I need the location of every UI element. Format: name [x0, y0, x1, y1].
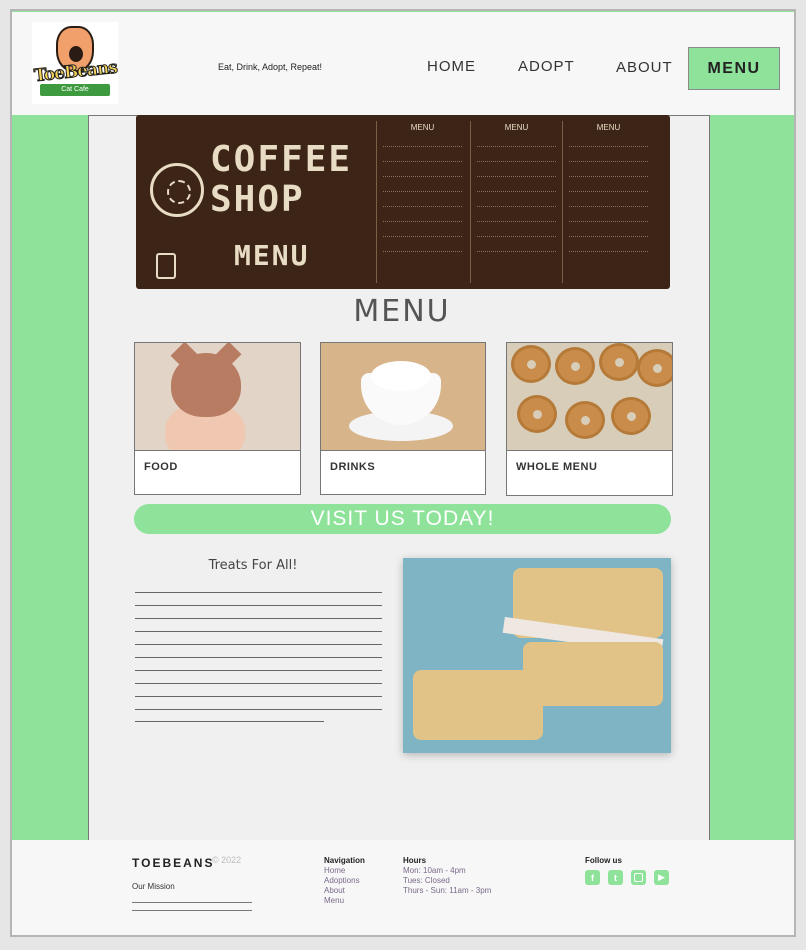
placeholder-text-line: [135, 696, 382, 697]
footer-mission-link[interactable]: Our Mission: [132, 882, 175, 891]
nav-adopt[interactable]: ADOPT: [518, 58, 575, 75]
placeholder-text-line: [135, 605, 382, 606]
placeholder-text-line: [135, 592, 382, 593]
hours-line: Tues: Closed: [403, 876, 450, 885]
tagline: Eat, Drink, Adopt, Repeat!: [218, 62, 323, 72]
bagels-image: [507, 343, 672, 451]
footer-divider: [132, 902, 252, 903]
banner-column-head: MENU: [410, 123, 435, 132]
whole-menu-card-label: WHOLE MENU: [516, 461, 598, 473]
banner-column-head: MENU: [596, 123, 621, 132]
banner-line-2: SHOP: [210, 179, 305, 220]
placeholder-text-line: [135, 670, 382, 671]
banner-column-head: MENU: [504, 123, 529, 132]
footer-copyright: © 2022: [212, 855, 242, 865]
cat-latte-image: [321, 343, 485, 451]
food-card-label: FOOD: [144, 461, 178, 473]
drinks-card[interactable]: DRINKS: [320, 342, 486, 495]
placeholder-text-line: [135, 709, 382, 710]
twitter-icon[interactable]: t: [608, 870, 623, 885]
treats-heading: Treats For All!: [208, 558, 298, 573]
youtube-icon[interactable]: ▶: [654, 870, 669, 885]
coffee-shop-banner: COFFEE SHOP MENU MENU MENU MENU: [136, 115, 670, 289]
placeholder-text-line: [135, 618, 382, 619]
page-title: MENU: [353, 294, 451, 329]
whole-menu-card[interactable]: WHOLE MENU: [506, 342, 673, 496]
logo-text: ToeBeans: [33, 57, 119, 87]
logo[interactable]: ToeBeans Cat Cafe: [32, 22, 118, 104]
placeholder-text-line: [135, 631, 382, 632]
footer-nav-about[interactable]: About: [324, 886, 365, 896]
nav-about[interactable]: ABOUT: [616, 59, 673, 76]
hours-line: Mon: 10am - 4pm: [403, 866, 466, 875]
placeholder-text-line: [135, 683, 382, 684]
banner-line-1: COFFEE: [210, 139, 353, 180]
placeholder-text-line: [135, 657, 382, 658]
footer-nav-menu[interactable]: Menu: [324, 896, 365, 906]
site-header: ToeBeans Cat Cafe Eat, Drink, Adopt, Rep…: [12, 12, 794, 115]
facebook-icon[interactable]: f: [585, 870, 600, 885]
site-footer: TOEBEANS © 2022 Our Mission Navigation H…: [12, 840, 794, 935]
drinks-card-label: DRINKS: [330, 461, 376, 473]
footer-hours: Hours Mon: 10am - 4pm Tues: Closed Thurs…: [403, 856, 491, 896]
rice-krispie-treats-image: [403, 558, 671, 753]
coffee-cup-icon: [150, 163, 204, 217]
hours-line: Thurs - Sun: 11am - 3pm: [403, 886, 492, 895]
cat-cookie-image: [135, 343, 300, 451]
nav-home[interactable]: HOME: [427, 58, 476, 75]
footer-brand: TOEBEANS: [132, 856, 215, 870]
coffee-pot-icon: [156, 253, 176, 279]
footer-follow-heading: Follow us: [585, 856, 622, 865]
visit-us-button[interactable]: VISIT US TODAY!: [134, 504, 671, 534]
footer-navigation: Navigation Home Adoptions About Menu: [324, 856, 365, 906]
food-card[interactable]: FOOD: [134, 342, 301, 495]
instagram-icon[interactable]: [631, 870, 646, 885]
nav-menu-button[interactable]: MENU: [688, 47, 780, 90]
banner-menu-column: MENU: [470, 121, 562, 283]
footer-nav-heading: Navigation: [324, 856, 365, 865]
placeholder-text-line: [135, 644, 382, 645]
banner-line-3: MENU: [234, 239, 310, 272]
banner-menu-column: MENU: [376, 121, 468, 283]
footer-hours-heading: Hours: [403, 856, 427, 865]
footer-nav-adoptions[interactable]: Adoptions: [324, 876, 365, 886]
banner-menu-column: MENU: [562, 121, 654, 283]
logo-subtitle: Cat Cafe: [40, 84, 110, 96]
placeholder-text-line: [135, 721, 324, 722]
footer-nav-home[interactable]: Home: [324, 866, 365, 876]
footer-divider: [132, 910, 252, 911]
